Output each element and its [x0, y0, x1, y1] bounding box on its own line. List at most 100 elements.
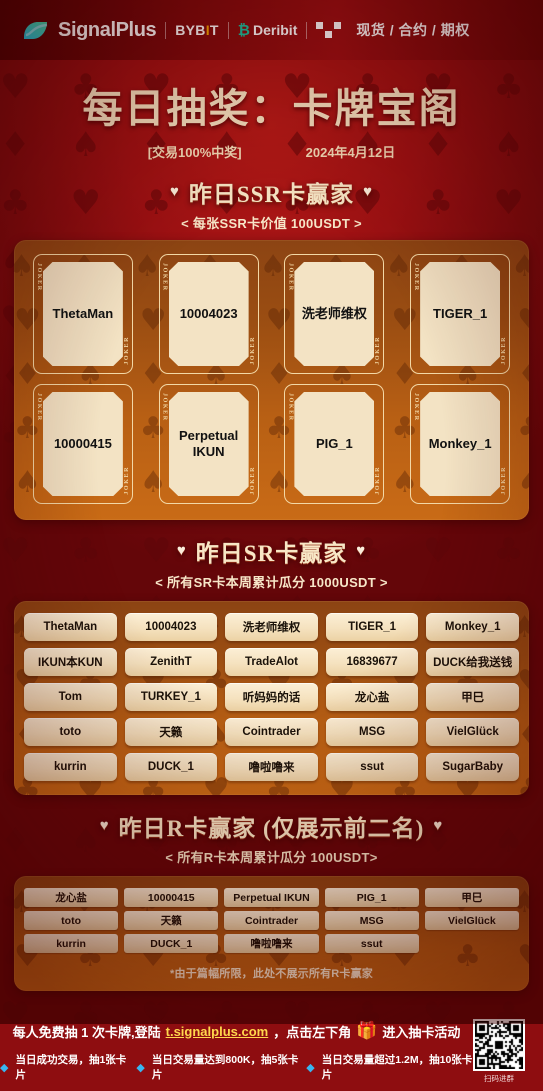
r-winner-pill: kurrin — [24, 934, 119, 953]
sr-winner-pill: SugarBaby — [426, 753, 519, 781]
sr-winner-pill: Tom — [24, 683, 117, 711]
r-winner-grid: 龙心盐 10000415 Perpetual IKUN PIG_1 甲巳 toto 天籁 Co… — [24, 888, 519, 953]
sr-winner-pill: 甲巳 — [426, 683, 519, 711]
ssr-winner-name: ThetaMan — [52, 305, 114, 321]
heart-icon: ♥ — [169, 183, 180, 200]
r-winner-pill: Cointrader — [224, 911, 319, 930]
r-winner-pill: 龙心盐 — [24, 888, 119, 907]
sr-winner-pill: VielGlück — [426, 718, 519, 746]
sr-winner-pill: 10004023 — [124, 613, 218, 641]
qr-code-image — [473, 1019, 525, 1071]
sr-winner-pill: IKUN本KUN — [24, 648, 117, 676]
qr-block: 扫码进群 — [469, 1019, 529, 1084]
sr-winner-pill: Monkey_1 — [426, 613, 519, 641]
divider — [306, 21, 308, 39]
footer-primary-line: 每人免费抽 1 次卡牌,登陆 t.signalplus.com ，点击左下角 🎁… — [0, 1021, 543, 1041]
sr-winner-pill: DUCK给我送钱 — [426, 648, 519, 676]
partner-bybit: BYBIT — [175, 22, 219, 38]
gift-icon: 🎁 — [356, 1021, 378, 1040]
joker-label-top: JOKER — [35, 393, 42, 422]
heart-icon: ♥ — [363, 183, 373, 200]
diamond-bullet-icon: ◆ — [306, 1061, 315, 1074]
ssr-winner-name: 洗老师维权 — [301, 305, 367, 321]
joker-label-bottom: JOKER — [123, 336, 130, 365]
diamond-bullet-icon: ◆ — [0, 1061, 9, 1074]
ssr-winner-name: 10000415 — [53, 435, 112, 451]
heart-icon: ♥ — [356, 542, 367, 559]
r-section-header: ♥ 昨日R卡赢家 (仅展示前二名) ♥ < 所有R卡本周累计瓜分 100USDT… — [0, 809, 543, 866]
deribit-icon: ₿ — [237, 21, 251, 39]
joker-label-top: JOKER — [413, 263, 420, 292]
ssr-joker-card: JOKER JOKER TIGER_1 — [410, 254, 511, 374]
divider — [165, 21, 167, 39]
ssr-panel: ♠♦♠♦♠♦♠♦♠♦♠♦ ♥♣♥♣♥♣♥♣♥♣♥♣ ♦♠♦♠♦♠♦♠♦♠♦♠ ♣… — [14, 240, 529, 520]
diamond-bullet-icon: ◆ — [136, 1061, 145, 1074]
partner-okx-icon — [316, 22, 342, 38]
signalplus-link[interactable]: t.signalplus.com — [166, 1024, 269, 1039]
sr-winner-pill: toto — [24, 718, 117, 746]
joker-label-bottom: JOKER — [375, 466, 382, 495]
r-winner-pill: PIG_1 — [324, 888, 419, 907]
r-winner-pill: 10000415 — [124, 888, 219, 907]
r-heading: ♥ 昨日R卡赢家 (仅展示前二名) ♥ — [100, 809, 444, 843]
ssr-heading: ♥ 昨日SSR卡赢家 ♥ — [170, 175, 373, 209]
sr-winner-grid: ThetaMan 10004023 洗老师维权 TIGER_1 Monkey_1 IKUN… — [24, 613, 519, 781]
ssr-joker-card: JOKER JOKER Perpetual IKUN — [158, 384, 259, 504]
sr-winner-pill: 洗老师维权 — [225, 613, 318, 641]
sr-winner-pill: kurrin — [24, 753, 117, 781]
sr-section-header: ♥ 昨日SR卡赢家 ♥ < 所有SR卡本周累计瓜分 1000USDT > — [0, 534, 543, 591]
sr-winner-pill: ZenithT — [124, 648, 218, 676]
r-winner-pill: 天籁 — [124, 911, 219, 930]
ssr-joker-card: JOKER JOKER ThetaMan — [32, 254, 133, 374]
top-brand-bar: SignalPlus BYBIT ₿ Deribit 现货 / 合约 / 期权 — [0, 0, 543, 60]
sr-winner-pill: ssut — [325, 753, 419, 781]
signalplus-logo-icon — [22, 20, 49, 41]
ssr-subtitle: < 每张SSR卡价值 100USDT > — [181, 216, 362, 231]
r-panel: ♠♦♠♦♠♦♠♦♠♦♠♦ ♥♣♥♣♥♣♥♣♥♣♥♣ ♦♠♦♠♦♠♦♠♦♠♦♠ ♣… — [14, 876, 529, 991]
footer-rule-text: 当日交易量达到800K，抽5张卡片 — [151, 1054, 299, 1081]
sr-panel: ♠♦♠♦♠♦♠♦♠♦♠♦ ♥♣♥♣♥♣♥♣♥♣♥♣ ♦♠♦♠♦♠♦♠♦♠♦♠ ♣… — [14, 601, 529, 795]
joker-label-top: JOKER — [287, 263, 294, 292]
sr-winner-pill: TURKEY_1 — [124, 683, 218, 711]
event-date: 2024年4月12日 — [305, 145, 396, 160]
brand-name: SignalPlus — [58, 18, 157, 41]
ssr-winner-name: TIGER_1 — [433, 305, 488, 321]
joker-label-bottom: JOKER — [375, 336, 382, 365]
r-disclaimer: *由于篇幅所限，此处不展示所有R卡赢家 — [169, 968, 374, 980]
ssr-winner-name: Perpetual IKUN — [179, 427, 239, 459]
joker-label-bottom: JOKER — [501, 336, 508, 365]
heart-icon: ♥ — [99, 817, 110, 834]
partner-deribit: ₿ Deribit — [238, 22, 298, 39]
sr-winner-pill: MSG — [325, 718, 419, 746]
sr-winner-pill: 龙心盐 — [325, 683, 419, 711]
r-winner-pill: ssut — [324, 934, 419, 953]
footer-text-b: ，点击左下角 — [273, 1024, 352, 1040]
r-winner-pill: VielGlück — [424, 911, 519, 930]
sr-winner-pill: TradeAlot — [225, 648, 318, 676]
joker-label-top: JOKER — [161, 263, 168, 292]
ssr-joker-card: JOKER JOKER PIG_1 — [284, 384, 385, 504]
ssr-heading-text: 昨日SSR卡赢家 — [188, 182, 355, 207]
ssr-joker-card: JOKER JOKER 10000415 — [32, 384, 133, 504]
r-winner-pill: toto — [24, 911, 119, 930]
partner-deribit-label: Deribit — [253, 22, 298, 38]
joker-label-top: JOKER — [161, 393, 168, 422]
r-winner-pill: 甲巳 — [424, 888, 519, 907]
r-winner-pill: 噜啦噜来 — [224, 934, 319, 953]
r-winner-pill: DUCK_1 — [124, 934, 219, 953]
r-heading-text: 昨日R卡赢家 (仅展示前二名) — [118, 816, 425, 841]
sr-winner-pill: 16839677 — [325, 648, 419, 676]
ssr-winner-name: 10004023 — [179, 305, 238, 321]
joker-label-bottom: JOKER — [501, 466, 508, 495]
joker-label-bottom: JOKER — [249, 466, 256, 495]
ssr-section-header: ♥ 昨日SSR卡赢家 ♥ < 每张SSR卡价值 100USDT > — [0, 175, 543, 232]
footer-rule-text: 当日成功交易，抽1张卡片 — [15, 1054, 127, 1081]
sr-winner-pill: TIGER_1 — [325, 613, 419, 641]
heart-icon: ♥ — [433, 817, 444, 834]
ssr-winner-name: PIG_1 — [315, 435, 353, 451]
joker-label-bottom: JOKER — [123, 466, 130, 495]
divider — [227, 21, 229, 39]
joker-label-top: JOKER — [35, 263, 42, 292]
joker-label-top: JOKER — [413, 393, 420, 422]
headline-block: 每日抽奖：卡牌宝阁 [交易100%中奖] 2024年4月12日 — [0, 60, 543, 161]
